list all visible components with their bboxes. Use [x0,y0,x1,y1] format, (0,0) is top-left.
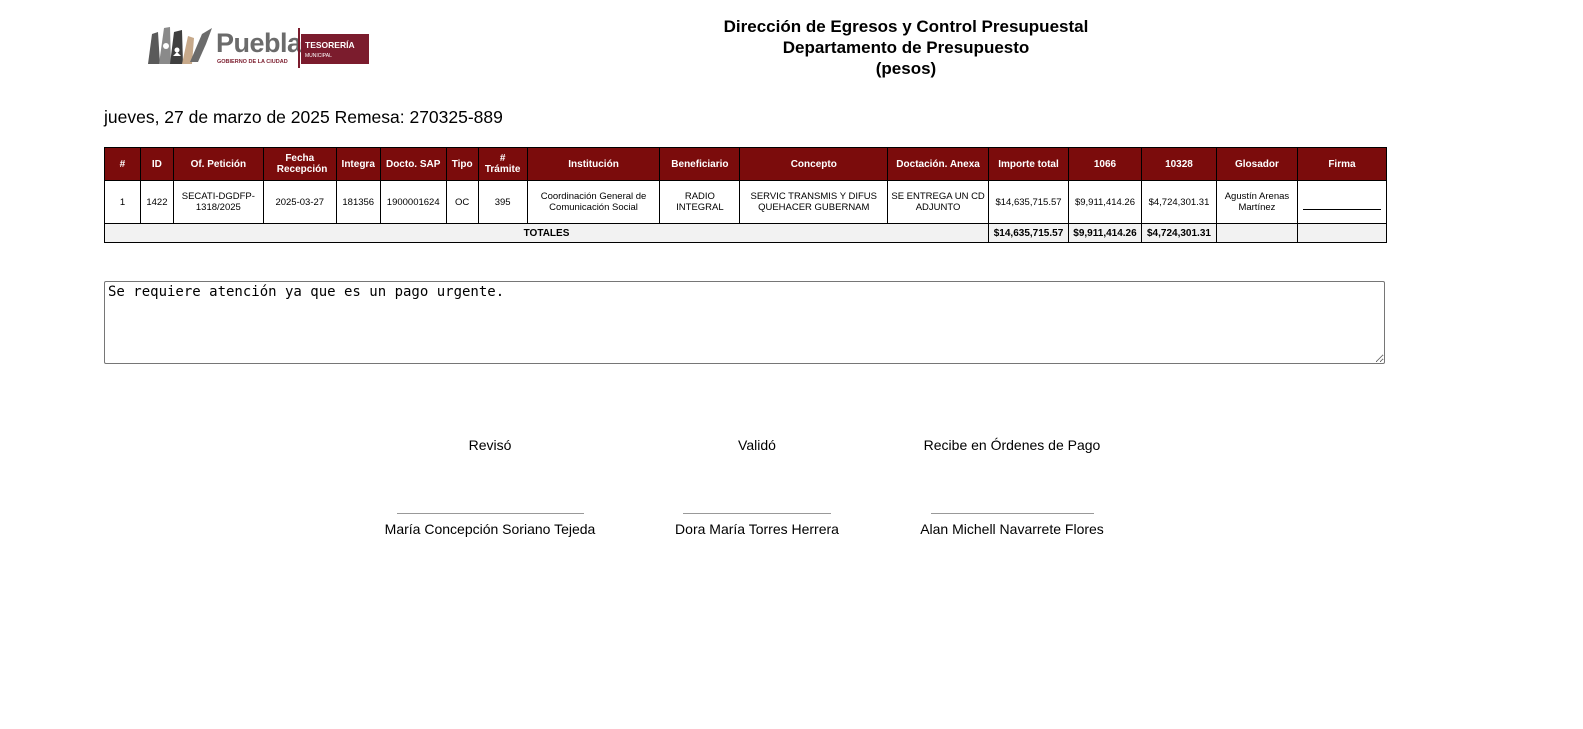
col-num: # [104,147,141,181]
cell-id: 1422 [139,180,174,224]
firma-signature-line [1302,208,1381,210]
total-10328: $4,724,301.31 [1140,223,1217,243]
cell-concepto: SERVIC TRANSMIS Y DIFUS QUEHACER GUBERNA… [739,180,889,224]
signature-label-reviso: Revisó [468,437,512,453]
totals-row: TOTALES $14,635,715.57 $9,911,414.26 $4,… [103,223,1388,243]
col-tipo: Tipo [445,147,479,181]
col-10328: 10328 [1140,147,1217,181]
col-beneficiario: Beneficiario [659,147,741,181]
table-header-row: # ID Of. Petición Fecha Recepción Integr… [104,147,1388,181]
cell-institucion: Coordinación General de Comunicación Soc… [526,180,661,224]
col-institucion: Institución [526,147,661,181]
totals-label: TOTALES [103,223,990,243]
cell-importe-total: $14,635,715.57 [988,180,1069,224]
cell-of-peticion: SECATI-DGDFP-1318/2025 [172,180,264,224]
col-concepto: Concepto [739,147,889,181]
logo-unit-sub: MUNICIPAL [305,53,332,59]
total-1066: $9,911,414.26 [1068,223,1142,243]
signature-name-valido: Dora María Torres Herrera [675,521,839,537]
cell-docto-sap: 1900001624 [379,180,447,224]
col-firma: Firma [1296,147,1388,181]
col-fecha-recepcion-label: Fecha Recepción [276,153,328,175]
signature-label-valido: Validó [738,437,776,453]
header-line-1: Dirección de Egresos y Control Presupues… [723,17,1089,36]
cell-integra: 181356 [335,180,381,224]
signature-line-reviso [397,513,584,514]
signature-line-valido [683,513,831,514]
cell-10328: $4,724,301.31 [1140,180,1217,224]
cell-glosador: Agustín Arenas Martínez [1215,180,1298,224]
signature-name-recibe: Alan Michell Navarrete Flores [920,521,1104,537]
total-firma-empty [1296,223,1388,243]
signature-name-reviso: María Concepción Soriano Tejeda [384,521,596,537]
cell-fecha: 2025-03-27 [262,180,337,224]
notes-textarea[interactable]: Se requiere atención ya que es un pago u… [104,281,1385,364]
cell-num: 1 [104,180,141,224]
cell-1066: $9,911,414.26 [1068,180,1142,224]
logo-brand: Puebla [216,28,302,58]
col-docto-sap: Docto. SAP [379,147,447,181]
col-glosador: Glosador [1215,147,1298,181]
col-of-peticion: Of. Petición [172,147,264,181]
signature-line-recibe [931,513,1094,514]
col-id: ID [139,147,174,181]
logo-tagline: GOBIERNO DE LA CIUDAD [217,59,288,65]
table-row: 1 1422 SECATI-DGDFP-1318/2025 2025-03-27… [104,180,1388,224]
col-doctacion-anexa: Doctación. Anexa [887,147,990,181]
col-integra: Integra [335,147,381,181]
col-tramite-label: # Trámite [484,153,521,175]
col-importe-total: Importe total [988,147,1069,181]
cell-doctacion: SE ENTREGA UN CD ADJUNTO [887,180,990,224]
header-line-2: Departamento de Presupuesto [782,38,1030,57]
col-fecha-recepcion: Fecha Recepción [262,147,337,181]
date-remesa-line: jueves, 27 de marzo de 2025 Remesa: 2703… [104,107,503,127]
total-importe: $14,635,715.57 [988,223,1069,243]
header-line-3: (pesos) [875,59,937,78]
logo-divider [298,28,300,68]
puebla-emblem-icon [148,27,212,64]
col-tramite: # Trámite [477,147,528,181]
total-glosador-empty [1215,223,1298,243]
cell-tramite: 395 [477,180,528,224]
puebla-tesoreria-logo: Puebla GOBIERNO DE LA CIUDAD TESORERÍA M… [146,22,370,70]
col-1066: 1066 [1068,147,1142,181]
cell-beneficiario: RADIO INTEGRAL [659,180,741,224]
document-header: Dirección de Egresos y Control Presupues… [656,16,1156,79]
remesa-table: # ID Of. Petición Fecha Recepción Integr… [103,147,1388,243]
cell-firma [1296,180,1388,224]
cell-tipo: OC [445,180,479,224]
logo-unit-box: TESORERÍA MUNICIPAL [301,34,369,64]
signature-label-recibe: Recibe en Órdenes de Pago [923,437,1101,453]
logo-unit: TESORERÍA [305,40,355,50]
